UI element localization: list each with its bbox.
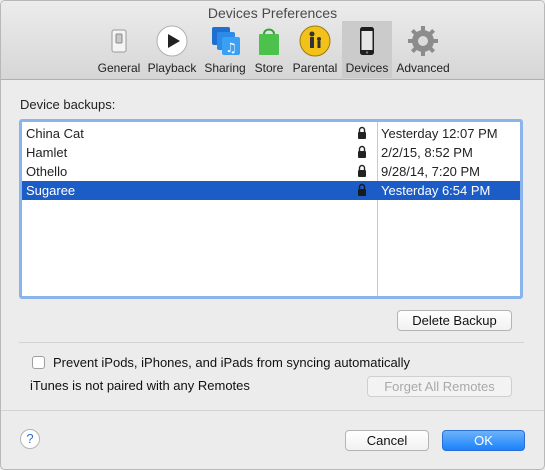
footer-divider (1, 410, 544, 411)
tab-playback-label: Playback (147, 61, 197, 75)
device-phone-icon (350, 24, 384, 58)
backup-row[interactable]: Hamlet 2/2/15, 8:52 PM (22, 143, 520, 162)
store-bag-icon (252, 24, 286, 58)
lock-icon (357, 126, 367, 140)
backup-date: Yesterday 12:07 PM (381, 126, 498, 141)
backup-date: 9/28/14, 7:20 PM (381, 164, 481, 179)
backup-list[interactable]: China Cat Yesterday 12:07 PM Hamlet 2/2/… (19, 119, 523, 299)
sharing-music-icon: ♫ (208, 24, 242, 58)
backup-date: 2/2/15, 8:52 PM (381, 145, 473, 160)
backup-row[interactable]: Othello 9/28/14, 7:20 PM (22, 162, 520, 181)
tab-general-label: General (97, 61, 141, 75)
general-switch-icon (102, 24, 136, 58)
window-title: Devices Preferences (207, 5, 338, 21)
forget-all-remotes-button[interactable]: Forget All Remotes (367, 376, 512, 397)
remotes-status-text: iTunes is not paired with any Remotes (30, 378, 250, 393)
tab-general[interactable]: General (96, 21, 142, 78)
tab-sharing-label: Sharing (204, 61, 246, 75)
svg-text:♫: ♫ (225, 41, 237, 56)
tab-parental[interactable]: Parental (290, 21, 340, 78)
cancel-button[interactable]: Cancel (345, 430, 429, 451)
delete-backup-button[interactable]: Delete Backup (397, 310, 512, 331)
tab-sharing[interactable]: ♫ Sharing (202, 21, 248, 78)
tab-devices-label: Devices (345, 61, 389, 75)
backup-row-selected[interactable]: Sugaree Yesterday 6:54 PM (22, 181, 520, 200)
tab-advanced[interactable]: Advanced (395, 21, 451, 78)
gear-icon (406, 24, 440, 58)
tab-playback[interactable]: Playback (145, 21, 199, 78)
prevent-sync-checkbox[interactable] (32, 356, 45, 369)
divider (19, 342, 524, 343)
lock-icon (357, 183, 367, 197)
tab-devices[interactable]: Devices (342, 21, 392, 78)
parental-icon (298, 24, 332, 58)
lock-icon (357, 164, 367, 178)
help-button[interactable]: ? (20, 429, 40, 449)
ok-button[interactable]: OK (442, 430, 525, 451)
preferences-window: Devices Preferences General Playback ♫ S… (0, 0, 545, 470)
lock-icon (357, 145, 367, 159)
backup-name: Othello (26, 164, 68, 179)
backup-name: China Cat (26, 126, 84, 141)
tab-store[interactable]: Store (251, 21, 287, 78)
backup-date: Yesterday 6:54 PM (381, 183, 491, 198)
backup-name: Sugaree (26, 183, 76, 198)
toolbar: Devices Preferences General Playback ♫ S… (1, 1, 544, 80)
device-backups-label: Device backups: (20, 97, 116, 112)
tab-store-label: Store (254, 61, 284, 75)
prevent-sync-label: Prevent iPods, iPhones, and iPads from s… (53, 355, 410, 370)
tab-parental-label: Parental (292, 61, 338, 75)
tab-advanced-label: Advanced (396, 61, 450, 75)
backup-row[interactable]: China Cat Yesterday 12:07 PM (22, 124, 520, 143)
play-icon (155, 24, 189, 58)
backup-name: Hamlet (26, 145, 68, 160)
